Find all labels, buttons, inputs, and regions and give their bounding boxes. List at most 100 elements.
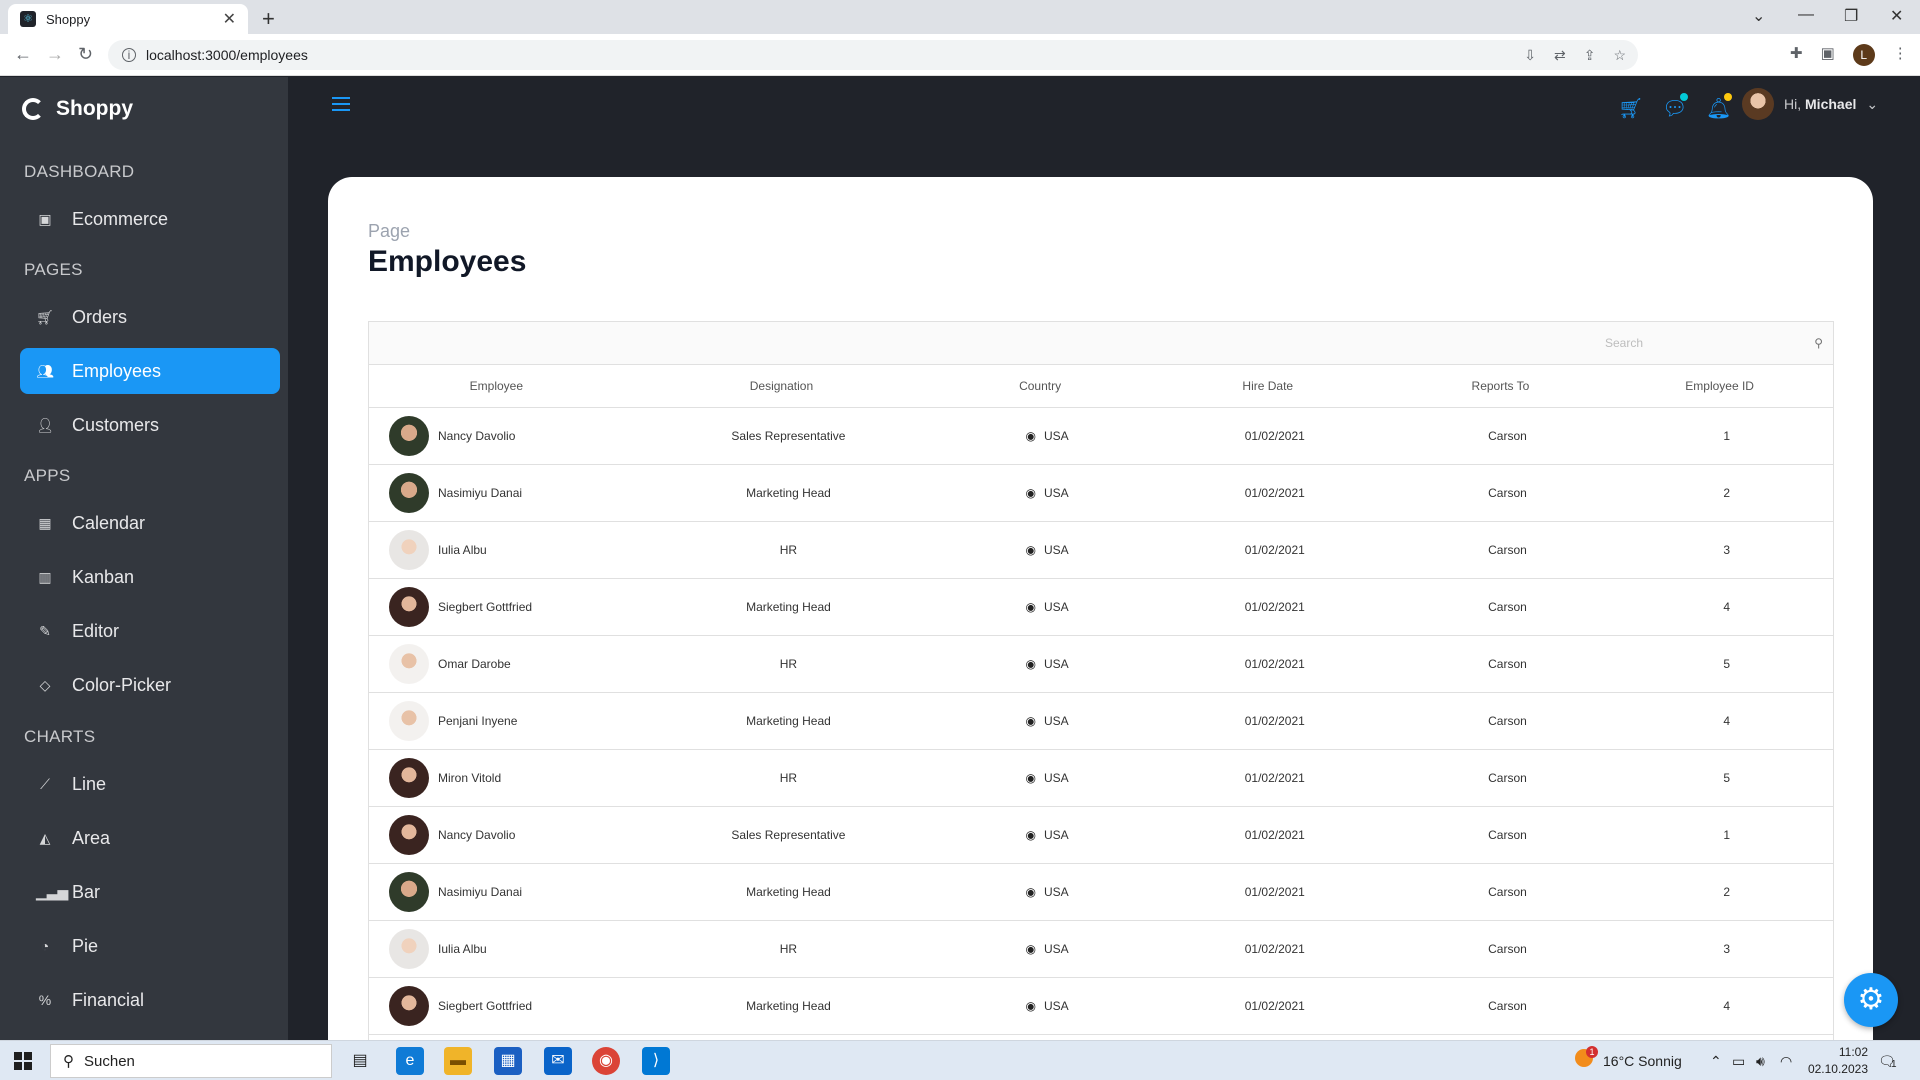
translate-icon[interactable]: ⇄ xyxy=(1554,47,1566,64)
vscode-icon[interactable]: ⟩ xyxy=(642,1047,670,1075)
hire-date-cell: 01/02/2021 xyxy=(1244,885,1305,899)
site-info-icon[interactable]: i xyxy=(122,48,136,62)
store-icon[interactable]: ▦ xyxy=(494,1047,522,1075)
column-header-reports-to[interactable]: Reports To xyxy=(1395,365,1607,407)
taskbar-search[interactable]: ⚲ Suchen xyxy=(50,1044,332,1078)
edge-browser-icon[interactable]: e xyxy=(396,1047,424,1075)
table-row[interactable]: Miron Vitold HR ◉ USA 01/02/2021 Carson 5 xyxy=(369,750,1833,807)
designation-cell: Marketing Head xyxy=(746,600,831,614)
sidebar-item-area[interactable]: ◭ Area xyxy=(20,815,280,861)
sidebar-item-kanban[interactable]: ▥ Kanban xyxy=(20,554,280,600)
table-row[interactable]: Siegbert Gottfried Marketing Head ◉ USA 01/0… xyxy=(369,579,1833,636)
country-cell: ◉ USA xyxy=(939,636,1141,692)
sidebar-item-line[interactable]: ⟋ Line xyxy=(20,761,280,807)
url-field[interactable]: i localhost:3000/employees ⇩ ⇄ ⇪ ☆ xyxy=(108,40,1638,70)
minimize-icon[interactable]: — xyxy=(1798,6,1814,24)
table-row[interactable]: Siegbert Gottfried Marketing Head ◉ USA 01/0… xyxy=(369,978,1833,1035)
profile-avatar[interactable]: L xyxy=(1852,44,1875,66)
table-row[interactable]: Penjani Inyene Marketing Head ◉ USA 01/02/20… xyxy=(369,693,1833,750)
designation-cell: Sales Representative xyxy=(731,828,846,842)
reports-to-cell: Carson xyxy=(1488,429,1527,443)
employee-name: Nasimiyu Danai xyxy=(438,885,523,899)
column-header-designation[interactable]: Designation xyxy=(624,365,940,407)
grid-body: Nancy Davolio Sales Representative ◉ USA 01/… xyxy=(369,408,1833,1035)
restore-icon[interactable]: ❐ xyxy=(1844,6,1858,26)
browser-menu-icon[interactable]: ⋮ xyxy=(1893,44,1908,66)
share-icon[interactable]: ⇪ xyxy=(1584,47,1596,64)
table-row[interactable]: Iulia Albu HR ◉ USA 01/02/2021 Carson 3 xyxy=(369,921,1833,978)
chrome-icon[interactable]: ◉ xyxy=(592,1047,620,1075)
employee-id-cell: 4 xyxy=(1723,714,1731,728)
file-explorer-icon[interactable]: ▬ xyxy=(444,1047,472,1075)
table-row[interactable]: Nasimiyu Danai Marketing Head ◉ USA 01/02/20… xyxy=(369,864,1833,921)
reports-to-cell: Carson xyxy=(1488,714,1527,728)
location-pin-icon: ◉ xyxy=(1025,486,1036,500)
bookmark-star-icon[interactable]: ☆ xyxy=(1613,47,1626,64)
reports-to-cell: Carson xyxy=(1488,885,1527,899)
windows-start-icon[interactable] xyxy=(14,1052,32,1070)
table-row[interactable]: Nancy Davolio Sales Representative ◉ USA 01/… xyxy=(369,807,1833,864)
extensions-puzzle-icon[interactable]: ✚ xyxy=(1790,44,1803,66)
volume-icon[interactable]: 🔊︎ xyxy=(1756,1053,1765,1070)
settings-gear-icon[interactable]: ⚙ xyxy=(1844,973,1898,1027)
search-input[interactable] xyxy=(1605,336,1805,350)
install-app-icon[interactable]: ⇩ xyxy=(1524,47,1536,64)
column-header-country[interactable]: Country xyxy=(939,365,1141,407)
sidebar-item-bar[interactable]: ▁▃▅ Bar xyxy=(20,869,280,915)
sidebar-item-calendar[interactable]: ▦ Calendar xyxy=(20,500,280,546)
device-icon[interactable]: ▭ xyxy=(1732,1053,1745,1070)
avatar xyxy=(389,530,429,570)
back-arrow-icon[interactable]: ← xyxy=(14,44,32,65)
cart-icon[interactable]: 🛒︎ xyxy=(1618,96,1643,121)
table-row[interactable]: Omar Darobe HR ◉ USA 01/02/2021 Carson 5 xyxy=(369,636,1833,693)
tray-expand-icon[interactable]: ⌃ xyxy=(1710,1053,1722,1070)
sidebar-item-editor[interactable]: ✎ Editor xyxy=(20,608,280,654)
brand-logo[interactable]: Shoppy xyxy=(22,97,133,121)
column-header-employee[interactable]: Employee xyxy=(369,365,624,407)
table-row[interactable]: Nasimiyu Danai Marketing Head ◉ USA 01/02/20… xyxy=(369,465,1833,522)
search-icon[interactable]: ⚲ xyxy=(1814,336,1823,350)
user-profile-menu[interactable]: Hi, Michael ⌄ xyxy=(1742,88,1878,120)
column-header-hire-date[interactable]: Hire Date xyxy=(1141,365,1395,407)
new-tab-icon[interactable]: + xyxy=(262,6,275,32)
taskbar-clock[interactable]: 11:02 02.10.2023 xyxy=(1808,1044,1868,1078)
location-pin-icon: ◉ xyxy=(1025,600,1036,614)
sidebar-item-customers[interactable]: 👤︎ Customers xyxy=(20,402,280,448)
page-subtitle: Page xyxy=(368,221,411,241)
section-charts: CHARTS xyxy=(24,727,96,746)
sidebar-item-employees[interactable]: 👥︎ Employees xyxy=(20,348,280,394)
sidebar-item-pie[interactable]: ◔ Pie xyxy=(20,923,280,969)
side-panel-icon[interactable]: ▣ xyxy=(1821,44,1835,66)
notification-badge-dot xyxy=(1724,93,1732,101)
line-chart-icon: ⟋ xyxy=(40,775,50,792)
tab-search-chevron-icon[interactable]: ⌄ xyxy=(1752,6,1765,26)
country-cell: ◉ USA xyxy=(939,864,1141,920)
table-row[interactable]: Nancy Davolio Sales Representative ◉ USA 01/… xyxy=(369,408,1833,465)
sidebar-item-financial[interactable]: % Financial xyxy=(20,977,280,1023)
wifi-icon[interactable]: ◠ xyxy=(1780,1053,1792,1070)
forward-arrow-icon[interactable]: → xyxy=(46,44,64,65)
sidebar-item-ecommerce[interactable]: ▣ Ecommerce xyxy=(20,196,280,242)
column-header-employee-id[interactable]: Employee ID xyxy=(1606,365,1833,407)
mail-icon[interactable]: ✉ xyxy=(544,1047,572,1075)
tab-close-icon[interactable]: ✕ xyxy=(223,9,236,29)
sidebar-item-orders[interactable]: 🛒︎ Orders xyxy=(20,294,280,340)
sidebar-item-color-picker[interactable]: ◇ Color-Picker xyxy=(20,662,280,708)
weather-text[interactable]: 16°C Sonnig xyxy=(1603,1053,1682,1069)
task-view-icon[interactable]: ▤ xyxy=(346,1047,374,1075)
window-close-icon[interactable]: ✕ xyxy=(1890,6,1903,26)
main-card: Page Employees ⚲ Employee Designation Co… xyxy=(328,177,1873,1047)
menu-toggle-icon[interactable] xyxy=(332,97,350,111)
employee-name: Nancy Davolio xyxy=(438,429,516,443)
reload-icon[interactable]: ↻ xyxy=(78,44,93,65)
location-pin-icon: ◉ xyxy=(1025,429,1036,443)
location-pin-icon: ◉ xyxy=(1025,771,1036,785)
reports-to-cell: Carson xyxy=(1488,999,1527,1013)
sidebar-item-label: Kanban xyxy=(72,566,135,587)
search-box[interactable]: ⚲ xyxy=(1593,322,1833,364)
table-row[interactable]: Iulia Albu HR ◉ USA 01/02/2021 Carson 3 xyxy=(369,522,1833,579)
reports-to-cell: Carson xyxy=(1488,771,1527,785)
browser-tab[interactable]: ⚛ Shoppy ✕ xyxy=(8,4,248,34)
employee-id-cell: 2 xyxy=(1723,486,1731,500)
sidebar-item-label: Pie xyxy=(72,935,99,956)
